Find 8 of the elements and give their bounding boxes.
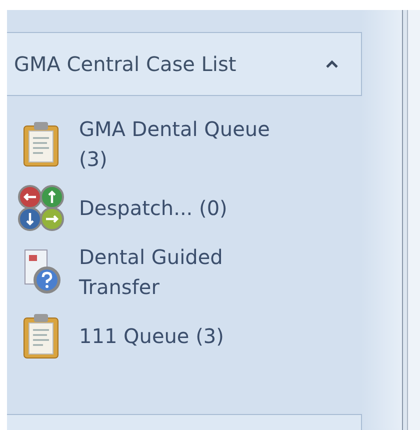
queue-link[interactable]: Dental Guided Transfer [79, 242, 279, 302]
queue-link[interactable]: 111 Queue (3) [79, 321, 279, 351]
group-title: GMA Central Case List [14, 52, 236, 76]
chevron-icon[interactable] [325, 59, 339, 69]
queue-link[interactable]: GMA Dental Queue (3) [79, 114, 279, 174]
group-header[interactable]: GMA Central Case List [7, 32, 362, 96]
arrows-icon [17, 184, 65, 232]
queue-link[interactable]: Despatch... (0) [79, 193, 279, 223]
